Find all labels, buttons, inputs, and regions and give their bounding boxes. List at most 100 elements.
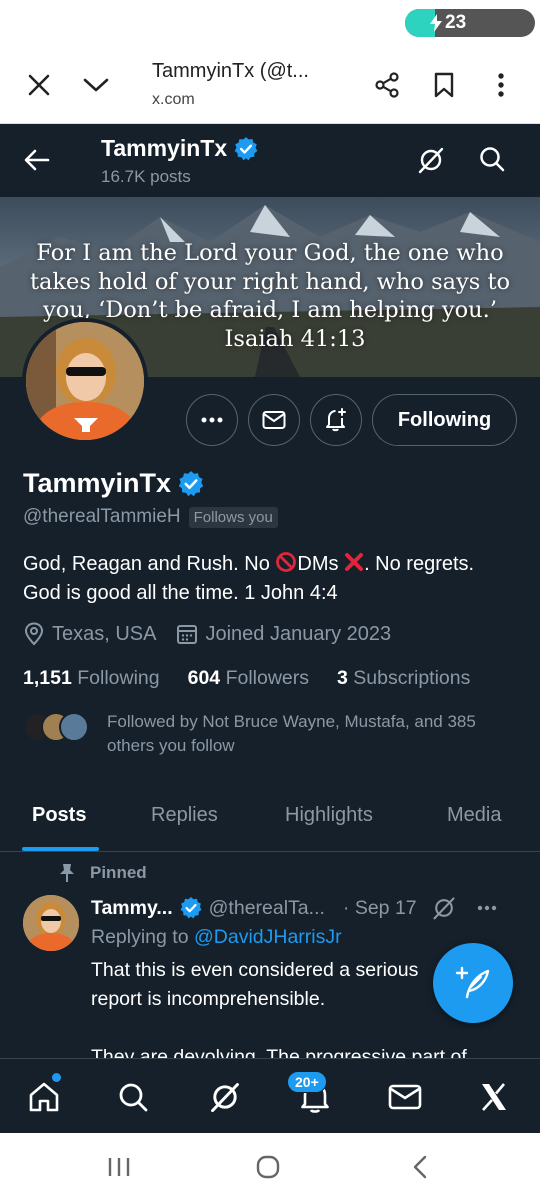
back-system-button[interactable] <box>405 1153 435 1181</box>
profile-handle: @therealTammieH <box>23 506 181 527</box>
status-bar: 23 <box>0 0 540 46</box>
envelope-icon <box>388 1084 422 1110</box>
x-logo-icon <box>482 1083 506 1111</box>
grok-icon <box>211 1083 239 1113</box>
prohibited-icon <box>276 552 297 572</box>
expand-button[interactable] <box>79 68 113 102</box>
profile-stats: 1,151 Following 604 Followers 3 Subscrip… <box>23 667 470 690</box>
compose-feather-icon <box>455 966 490 999</box>
notification-badge: 20+ <box>287 1071 327 1093</box>
avatar-image <box>23 895 79 951</box>
browser-toolbar: TammyinTx (@t... x.com <box>0 46 540 124</box>
avatar-image <box>26 322 144 440</box>
follows-you-badge: Follows you <box>188 506 278 528</box>
pinned-label: Pinned <box>90 863 147 882</box>
grok-icon <box>418 147 444 174</box>
battery-indicator: 23 <box>405 9 535 37</box>
profile-meta: Texas, USA Joined January 2023 <box>23 622 391 646</box>
home-unread-dot <box>52 1073 61 1082</box>
battery-label: 23 <box>445 12 467 33</box>
following-button[interactable]: Following <box>372 394 517 446</box>
tweet-date[interactable]: · Sep 17 <box>343 897 417 920</box>
followed-by-text: Followed by Not Bruce Wayne, Mustafa, an… <box>107 712 476 755</box>
recent-apps-icon <box>108 1158 130 1176</box>
bookmark-button[interactable] <box>427 68 461 102</box>
bell-plus-icon <box>326 408 346 432</box>
replying-to-link[interactable]: @DavidJHarrisJr <box>194 926 342 948</box>
verified-badge-icon[interactable] <box>177 470 205 498</box>
share-button[interactable] <box>370 68 404 102</box>
post-count: 16.7K posts <box>101 167 191 186</box>
profile-location: Texas, USA <box>52 622 157 645</box>
tweet-avatar[interactable] <box>23 895 79 951</box>
back-button[interactable] <box>22 145 54 177</box>
profile-tabs: Posts Replies Highlights Media <box>0 790 540 852</box>
tab-replies[interactable]: Replies <box>151 804 218 827</box>
message-button[interactable] <box>248 394 300 446</box>
banner-quote-line-2: takes hold of your right hand, who says … <box>29 268 511 295</box>
page-url: x.com <box>152 91 195 108</box>
nav-explore[interactable] <box>115 1079 151 1115</box>
avatar <box>59 712 89 742</box>
tab-media[interactable]: Media <box>447 804 501 827</box>
bio-text: God is good all the time. 1 John 4:4 <box>23 582 338 604</box>
profile-display-name: TammyinTx <box>23 468 172 498</box>
profile-avatar[interactable] <box>22 318 148 444</box>
following-count-link[interactable]: 1,151 Following <box>23 667 160 690</box>
bookmark-icon <box>434 72 454 98</box>
followed-by-avatars <box>23 712 93 742</box>
header-name: TammyinTx <box>101 135 228 161</box>
nav-messages[interactable] <box>387 1079 423 1115</box>
system-navigation-bar <box>0 1133 540 1200</box>
search-button[interactable] <box>478 145 510 177</box>
subscriptions-count-link[interactable]: 3 Subscriptions <box>337 667 470 690</box>
followers-count-link[interactable]: 604 Followers <box>188 667 309 690</box>
profile-joined: Joined January 2023 <box>205 622 392 645</box>
recent-apps-button[interactable] <box>104 1153 134 1181</box>
compose-post-button[interactable] <box>433 943 513 1023</box>
tab-highlights[interactable]: Highlights <box>285 804 373 827</box>
more-vertical-icon <box>498 73 504 97</box>
close-icon <box>28 74 50 96</box>
bio-text: . No regrets. <box>364 553 475 575</box>
verified-badge-icon <box>180 897 202 919</box>
profile-header: TammyinTx 16.7K posts <box>0 125 540 197</box>
bio-text: DMs <box>297 553 345 575</box>
nav-home[interactable] <box>26 1079 62 1115</box>
arrow-left-icon <box>24 149 50 171</box>
grok-button[interactable] <box>416 145 448 177</box>
search-icon <box>480 147 505 172</box>
home-circle-icon <box>256 1155 280 1179</box>
active-tab-indicator <box>22 847 99 851</box>
home-system-button[interactable] <box>253 1153 283 1181</box>
verified-badge-icon <box>234 136 258 160</box>
chevron-left-icon <box>413 1155 427 1179</box>
more-options-button[interactable] <box>186 394 238 446</box>
replying-to: Replying to @DavidJHarrisJr <box>91 926 342 948</box>
close-tab-button[interactable] <box>22 68 56 102</box>
nav-grok[interactable] <box>207 1079 243 1115</box>
search-icon <box>119 1083 148 1112</box>
page-title: TammyinTx (@t... <box>152 60 309 82</box>
more-horizontal-icon <box>201 417 223 423</box>
grok-icon[interactable] <box>431 895 457 921</box>
share-icon <box>375 72 399 98</box>
envelope-icon <box>262 411 286 429</box>
chevron-down-icon <box>83 78 109 92</box>
pin-icon <box>60 864 74 882</box>
banner-quote-line-1: For I am the Lord your God, the one who <box>36 240 504 266</box>
tab-posts[interactable]: Posts <box>32 804 86 827</box>
calendar-icon <box>177 625 198 644</box>
cross-mark-icon <box>345 553 364 571</box>
tweet-author-handle[interactable]: @therealTa... <box>209 897 325 920</box>
bio-text: God, Reagan and Rush. No <box>23 553 276 575</box>
location-icon <box>24 622 44 646</box>
charging-icon <box>430 14 442 32</box>
more-horizontal-icon[interactable] <box>477 905 497 911</box>
notifications-subscribe-button[interactable] <box>310 394 362 446</box>
bottom-navigation: 20+ <box>0 1058 540 1133</box>
tweet-author-name[interactable]: Tammy... <box>91 897 173 920</box>
profile-bio: God, Reagan and Rush. No DMs . No regret… <box>23 550 523 608</box>
more-menu-button[interactable] <box>484 68 518 102</box>
nav-x-premium[interactable] <box>476 1079 512 1115</box>
